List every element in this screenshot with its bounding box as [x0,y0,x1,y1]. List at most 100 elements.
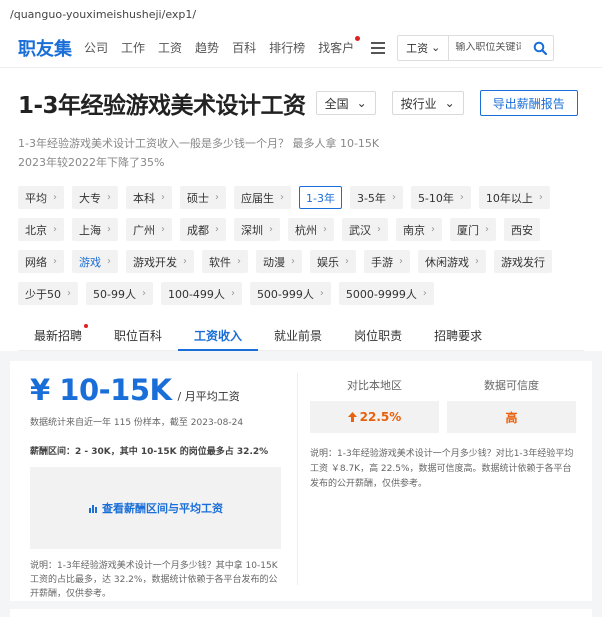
filter-tag[interactable]: 10年以上 › [478,186,550,209]
tab-salary[interactable]: 工资收入 [178,321,259,351]
filter-tag[interactable]: 硕士 › [180,186,226,209]
tab-duties[interactable]: 岗位职责 [338,321,418,351]
nav-item-wiki[interactable]: 百科 [232,39,256,56]
menu-icon[interactable] [371,41,386,54]
chevron-right-icon: › [107,192,111,203]
chevron-right-icon: › [269,224,273,235]
search-button[interactable] [527,36,553,60]
chevron-down-icon: ⌄ [431,41,441,54]
next-section-top [10,609,592,617]
arrow-up-icon [347,412,357,422]
filter-tag[interactable]: 应届生 › [234,186,291,209]
search-box: 工资 ⌄ [397,34,555,61]
nav-item-jobs[interactable]: 工作 [121,39,145,56]
nav-item-company[interactable]: 公司 [84,39,108,56]
region-dropdown[interactable]: 全国 ⌄ [315,91,376,115]
tab-requirements[interactable]: 招聘要求 [418,321,498,351]
chevron-right-icon: › [538,192,543,203]
chevron-right-icon: › [422,288,427,299]
salary-panel: ¥ 10-15K / 月平均工资 数据统计来自近一年 115 份样本，截至 20… [10,361,592,601]
filter-tag[interactable]: 5-10年 › [410,186,471,209]
filter-tag[interactable]: 5000-9999人 › [338,282,434,305]
filter-tag-selected[interactable]: 游戏 › [72,250,118,273]
site-logo[interactable]: 职友集 [18,35,72,61]
filter-tag[interactable]: 动漫 › [256,250,302,273]
top-nav: 职友集 公司 工作 工资 趋势 百科 排行榜 找客户 工资 ⌄ [0,28,602,68]
notification-dot [84,324,89,328]
compare-local-value: 22.5% [310,401,439,433]
filter-row-experience: 平均 › 大专 › 本科 › 硕士 › 应届生 › 1-3年 3-5年 › 5-10年 › 1… [18,186,584,209]
chevron-right-icon: › [53,192,57,203]
chevron-right-icon: › [431,224,435,235]
url-bar: /quanguo-youximeishusheji/exp1/ [0,0,602,28]
search-input[interactable] [449,42,528,53]
filter-row-size: 少于50 › 50-99人 › 100-499人 › 500-999人 › 5000-9… [18,282,584,305]
filter-tag[interactable]: 大专 › [72,186,118,209]
salary-summary: ¥ 10-15K / 月平均工资 数据统计来自近一年 115 份样本，截至 20… [30,373,282,599]
filter-tag[interactable]: 少于50 › [18,282,78,305]
filter-tag[interactable]: 深圳 › [234,218,280,241]
nav-item-find-clients[interactable]: 找客户 [318,36,361,56]
chevron-right-icon: › [319,288,324,299]
salary-unit: / 月平均工资 [177,390,240,403]
search-icon [534,41,548,55]
page-description: 1-3年经验游戏美术设计工资收入一般是多少钱一个月？ 最多人拿 10-15K 2… [18,137,380,169]
filter-tag[interactable]: 娱乐 › [310,250,356,273]
filter-tag[interactable]: 游戏开发 › [126,250,194,273]
filter-tag[interactable]: 西安 [504,218,540,241]
tab-latest-jobs[interactable]: 最新招聘 [18,321,98,351]
chevron-right-icon: › [237,256,241,267]
page-title: 1-3年经验游戏美术设计工资 [18,93,306,119]
filter-tag[interactable]: 平均 › [18,186,64,209]
compare-local-label: 对比本地区 [347,379,402,392]
filter-tag[interactable]: 500-999人 › [249,282,331,305]
filter-tag[interactable]: 50-99人 › [86,282,153,305]
export-report-button[interactable]: 导出薪酬报告 [479,90,578,116]
chevron-down-icon: ⌄ [356,96,367,110]
view-salary-chart-button[interactable]: 查看薪酬区间与平均工资 [30,467,282,549]
chevron-right-icon: › [141,288,146,299]
filter-tag[interactable]: 休闲游戏 › [418,250,486,273]
chevron-right-icon: › [475,256,479,267]
nav-item-ranking[interactable]: 排行榜 [269,39,305,56]
filter-row-industry: 网络 › 游戏 › 游戏开发 › 软件 › 动漫 › 娱乐 › 手游 › 休闲游戏 › 游戏发行 [18,250,584,273]
tab-prospects[interactable]: 就业前景 [258,321,338,351]
filter-tag[interactable]: 游戏发行 [494,250,552,273]
filter-tag[interactable]: 广州 › [126,218,172,241]
filter-tag[interactable]: 杭州 › [288,218,334,241]
divider [297,373,298,585]
chevron-right-icon: › [107,224,111,235]
tab-job-wiki[interactable]: 职位百科 [98,321,178,351]
filter-tag[interactable]: 软件 › [202,250,248,273]
salary-section: ¥ 10-15K / 月平均工资 数据统计来自近一年 115 份样本，截至 20… [0,351,602,617]
filter-tag[interactable]: 南京 › [396,218,442,241]
chevron-right-icon: › [345,256,349,267]
chevron-right-icon: › [67,288,71,299]
filter-row-city: 北京 › 上海 › 广州 › 成都 › 深圳 › 杭州 › 武汉 › 南京 › 厦门 › 西安 [18,218,584,241]
industry-dropdown[interactable]: 按行业 ⌄ [391,91,464,115]
main-content: 1-3年经验游戏美术设计工资 全国 ⌄ 按行业 ⌄ 导出薪酬报告 1-3年经验游戏美… [0,68,602,351]
filter-tag[interactable]: 手游 › [364,250,410,273]
search-type-select[interactable]: 工资 ⌄ [398,35,450,60]
chevron-right-icon: › [215,224,219,235]
filter-tag[interactable]: 成都 › [180,218,226,241]
filter-tag[interactable]: 100-499人 › [160,282,242,305]
filter-tag-selected[interactable]: 1-3年 [299,186,342,209]
chevron-right-icon: › [230,288,235,299]
filter-tag[interactable]: 上海 › [72,218,118,241]
filter-tag[interactable]: 3-5年 › [349,186,403,209]
salary-explanation: 说明：1-3年经验游戏美术设计一个月多少钱？其中拿 10-15K 工资的占比最多… [30,561,278,599]
filter-tag[interactable]: 北京 › [18,218,64,241]
nav-item-salary[interactable]: 工资 [158,39,182,56]
reliability-label: 数据可信度 [484,379,539,392]
filter-tag[interactable]: 本科 › [126,186,172,209]
chevron-right-icon: › [280,192,284,203]
nav-item-trend[interactable]: 趋势 [195,39,219,56]
salary-range: 薪酬区间：2 - 30K，其中 10-15K 的岗位最多占 32.2% [30,447,269,457]
filter-tag[interactable]: 网络 › [18,250,64,273]
filter-tag[interactable]: 武汉 › [342,218,388,241]
chevron-right-icon: › [485,224,489,235]
filter-tag[interactable]: 厦门 › [450,218,496,241]
bar-chart-icon [89,505,98,513]
sample-note: 数据统计来自近一年 115 份样本，截至 2023-08-24 [30,418,244,428]
